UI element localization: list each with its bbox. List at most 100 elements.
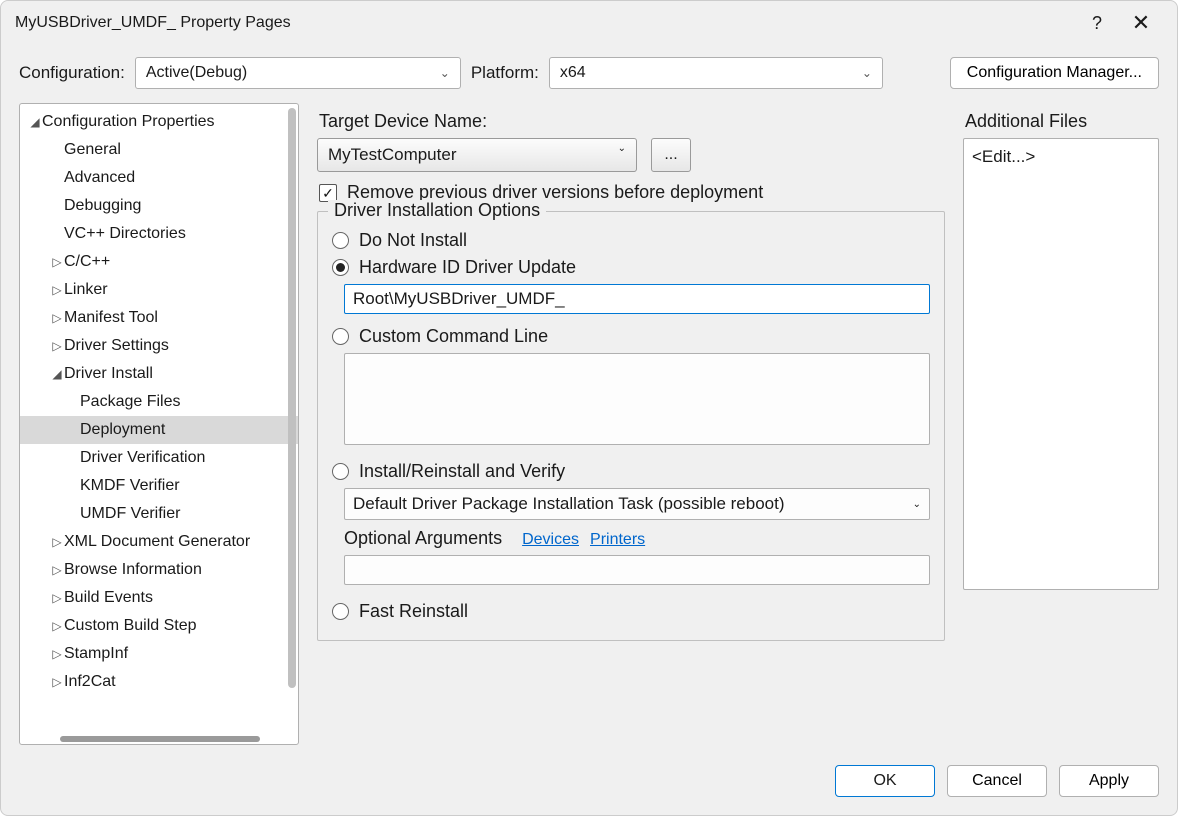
main-panel: Target Device Name: MyTestComputer ⌄ ...… bbox=[317, 103, 1159, 745]
horizontal-scrollbar[interactable] bbox=[20, 734, 298, 744]
radio-do-not-install-label: Do Not Install bbox=[359, 230, 467, 251]
tree-item-label: Driver Install bbox=[64, 365, 153, 383]
expander-icon[interactable]: ▷ bbox=[50, 311, 64, 325]
tree-item-label: Deployment bbox=[80, 421, 165, 439]
radio-custom-cmd-label: Custom Command Line bbox=[359, 326, 548, 347]
additional-files-box[interactable]: <Edit...> bbox=[963, 138, 1159, 590]
optional-arguments-input[interactable] bbox=[344, 555, 930, 585]
radio-hardware-id[interactable] bbox=[332, 259, 349, 276]
tree-item-label: C/C++ bbox=[64, 253, 110, 271]
radio-hardware-id-label: Hardware ID Driver Update bbox=[359, 257, 576, 278]
tree-item-label: UMDF Verifier bbox=[80, 505, 180, 523]
remove-previous-checkbox[interactable] bbox=[319, 184, 337, 202]
hardware-id-input[interactable] bbox=[344, 284, 930, 314]
tree-item[interactable]: General bbox=[20, 136, 298, 164]
additional-files-value: <Edit...> bbox=[972, 147, 1035, 166]
tree-item[interactable]: Debugging bbox=[20, 192, 298, 220]
tree-item[interactable]: KMDF Verifier bbox=[20, 472, 298, 500]
configuration-manager-button[interactable]: Configuration Manager... bbox=[950, 57, 1159, 89]
tree-item[interactable]: ▷Build Events bbox=[20, 584, 298, 612]
chevron-down-icon: ⌄ bbox=[440, 66, 450, 80]
tree-item[interactable]: ▷Driver Settings bbox=[20, 332, 298, 360]
optional-arguments-label: Optional Arguments bbox=[344, 528, 502, 549]
tree-item-label: Inf2Cat bbox=[64, 673, 116, 691]
radio-fast-reinstall[interactable] bbox=[332, 603, 349, 620]
custom-cmd-textarea[interactable] bbox=[344, 353, 930, 445]
ok-button[interactable]: OK bbox=[835, 765, 935, 797]
tree-root-label: Configuration Properties bbox=[42, 113, 215, 131]
chevron-down-icon: ⌄ bbox=[618, 143, 626, 154]
tree-item-label: General bbox=[64, 141, 121, 159]
apply-button[interactable]: Apply bbox=[1059, 765, 1159, 797]
tree-item[interactable]: Package Files bbox=[20, 388, 298, 416]
help-icon[interactable]: ? bbox=[1075, 1, 1119, 45]
cancel-button[interactable]: Cancel bbox=[947, 765, 1047, 797]
tree-item-label: Driver Verification bbox=[80, 449, 205, 467]
radio-fast-reinstall-label: Fast Reinstall bbox=[359, 601, 468, 622]
expander-icon[interactable]: ▷ bbox=[50, 535, 64, 549]
tree-item-label: Package Files bbox=[80, 393, 181, 411]
tree-item[interactable]: Deployment bbox=[20, 416, 298, 444]
tree-item-label: Linker bbox=[64, 281, 108, 299]
radio-do-not-install[interactable] bbox=[332, 232, 349, 249]
expander-icon[interactable]: ▷ bbox=[50, 283, 64, 297]
tree-item[interactable]: ◢Driver Install bbox=[20, 360, 298, 388]
chevron-down-icon: ⌄ bbox=[862, 66, 872, 80]
link-printers[interactable]: Printers bbox=[590, 531, 645, 548]
expander-icon[interactable]: ◢ bbox=[28, 115, 42, 129]
tree-root[interactable]: ◢ Configuration Properties bbox=[20, 108, 298, 136]
tree-item-label: Manifest Tool bbox=[64, 309, 158, 327]
tree-item[interactable]: VC++ Directories bbox=[20, 220, 298, 248]
target-device-combo[interactable]: MyTestComputer ⌄ bbox=[317, 138, 637, 172]
tree-item-label: Browse Information bbox=[64, 561, 202, 579]
platform-value: x64 bbox=[560, 64, 586, 82]
tree-item[interactable]: ▷StampInf bbox=[20, 640, 298, 668]
tree-item-label: StampInf bbox=[64, 645, 128, 663]
tree-item-label: VC++ Directories bbox=[64, 225, 186, 243]
expander-icon[interactable]: ▷ bbox=[50, 339, 64, 353]
tree-item[interactable]: ▷Manifest Tool bbox=[20, 304, 298, 332]
scrollbar-thumb[interactable] bbox=[60, 736, 260, 742]
expander-icon[interactable]: ▷ bbox=[50, 675, 64, 689]
vertical-scrollbar[interactable] bbox=[288, 108, 296, 688]
close-icon[interactable]: ✕ bbox=[1119, 1, 1163, 45]
link-devices[interactable]: Devices bbox=[522, 531, 579, 548]
settings-column: Target Device Name: MyTestComputer ⌄ ...… bbox=[317, 103, 945, 745]
tree-item[interactable]: UMDF Verifier bbox=[20, 500, 298, 528]
platform-label: Platform: bbox=[471, 63, 539, 83]
radio-custom-cmd[interactable] bbox=[332, 328, 349, 345]
expander-icon[interactable]: ▷ bbox=[50, 619, 64, 633]
tree-item-label: XML Document Generator bbox=[64, 533, 250, 551]
expander-icon[interactable]: ◢ bbox=[50, 367, 64, 381]
footer-buttons: OK Cancel Apply bbox=[1, 755, 1177, 815]
tree-item[interactable]: Driver Verification bbox=[20, 444, 298, 472]
tree-item[interactable]: ▷Browse Information bbox=[20, 556, 298, 584]
install-verify-value: Default Driver Package Installation Task… bbox=[353, 494, 785, 514]
expander-icon[interactable]: ▷ bbox=[50, 647, 64, 661]
tree-view[interactable]: ◢ Configuration Properties General Advanc… bbox=[19, 103, 299, 745]
tree-item-label: Build Events bbox=[64, 589, 153, 607]
radio-install-verify[interactable] bbox=[332, 463, 349, 480]
configuration-combo[interactable]: Active(Debug) ⌄ bbox=[135, 57, 461, 89]
driver-installation-fieldset: Driver Installation Options Do Not Insta… bbox=[317, 211, 945, 641]
target-device-value: MyTestComputer bbox=[328, 145, 456, 165]
expander-icon[interactable]: ▷ bbox=[50, 563, 64, 577]
tree-item[interactable]: ▷C/C++ bbox=[20, 248, 298, 276]
platform-combo[interactable]: x64 ⌄ bbox=[549, 57, 883, 89]
expander-icon[interactable]: ▷ bbox=[50, 591, 64, 605]
tree-item-label: Advanced bbox=[64, 169, 135, 187]
expander-icon[interactable]: ▷ bbox=[50, 255, 64, 269]
configuration-value: Active(Debug) bbox=[146, 64, 247, 82]
install-verify-combo[interactable]: Default Driver Package Installation Task… bbox=[344, 488, 930, 520]
tree-item[interactable]: ▷Linker bbox=[20, 276, 298, 304]
tree-item[interactable]: ▷Custom Build Step bbox=[20, 612, 298, 640]
additional-files-label: Additional Files bbox=[965, 111, 1159, 132]
tree-item-label: Debugging bbox=[64, 197, 141, 215]
browse-button[interactable]: ... bbox=[651, 138, 691, 172]
tree-item[interactable]: ▷XML Document Generator bbox=[20, 528, 298, 556]
additional-files-column: Additional Files <Edit...> bbox=[963, 103, 1159, 745]
property-pages-window: MyUSBDriver_UMDF_ Property Pages ? ✕ Con… bbox=[0, 0, 1178, 816]
tree-item[interactable]: Advanced bbox=[20, 164, 298, 192]
tree-item-label: Driver Settings bbox=[64, 337, 169, 355]
tree-item[interactable]: ▷Inf2Cat bbox=[20, 668, 298, 696]
